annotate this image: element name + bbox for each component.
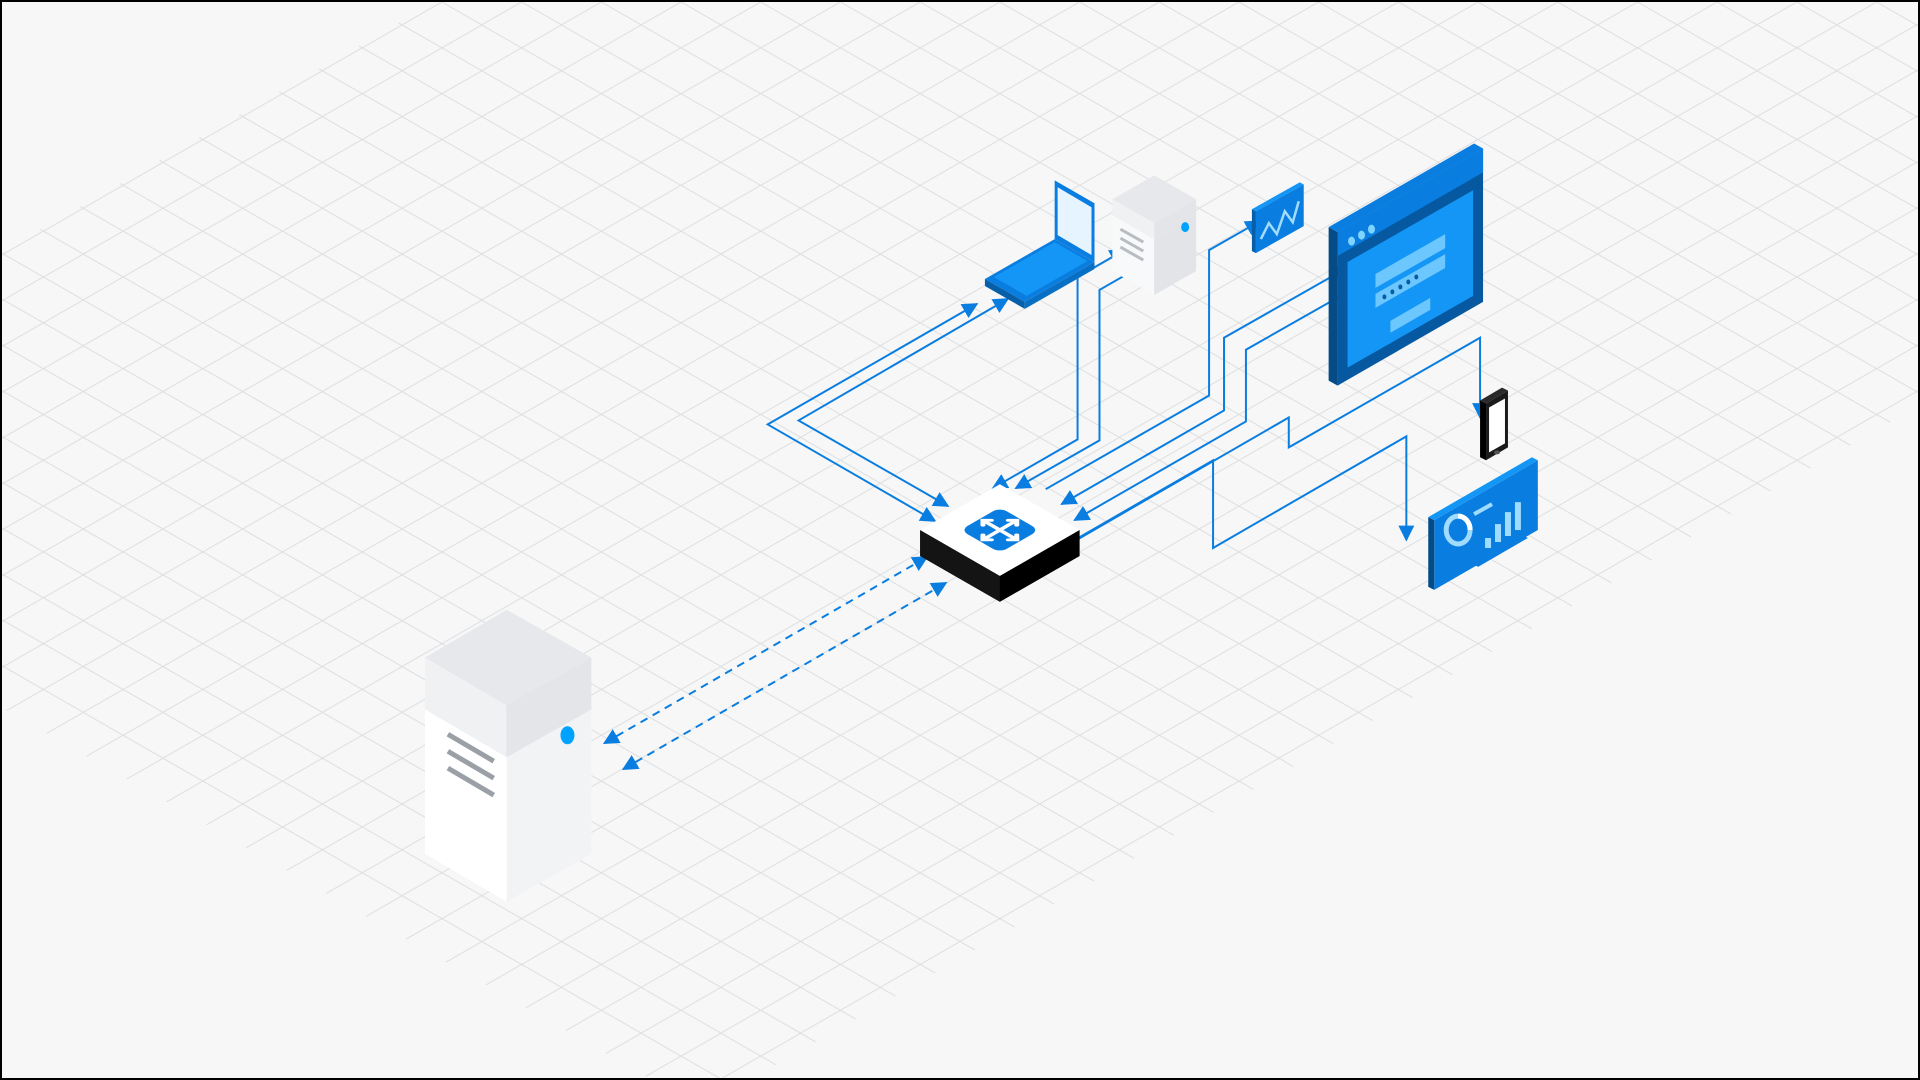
server-main-icon bbox=[425, 610, 591, 902]
mobile-phone-icon bbox=[1480, 388, 1508, 461]
diagram-canvas bbox=[2, 2, 1918, 1078]
diagram-frame bbox=[0, 0, 1920, 1080]
server-small-icon bbox=[1112, 175, 1196, 295]
